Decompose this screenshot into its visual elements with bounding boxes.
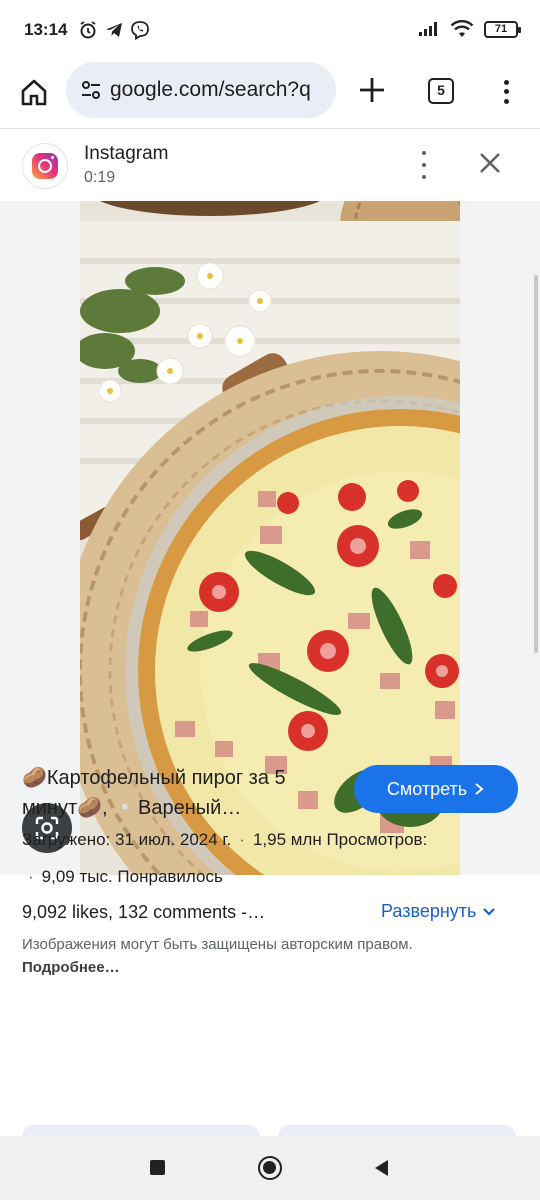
scrollbar[interactable] bbox=[534, 275, 538, 653]
like-count: 9,09 тыс. Понравилось bbox=[41, 867, 223, 886]
likes-comments-text: 9,092 likes, 132 comments -… bbox=[22, 902, 266, 922]
menu-dot bbox=[503, 89, 509, 95]
more-options-button[interactable] bbox=[414, 151, 434, 179]
browser-menu-button[interactable] bbox=[494, 74, 518, 110]
status-time: 13:14 bbox=[24, 20, 68, 39]
wifi-icon bbox=[450, 20, 474, 37]
result-preview-panel: Instagram 0:19 🥔Картофельный пирог за 5 … bbox=[0, 128, 540, 1149]
status-bar: 13:14 71 bbox=[0, 0, 540, 62]
expand-button[interactable]: Развернуть bbox=[381, 901, 496, 922]
source-logo bbox=[22, 143, 68, 189]
browser-toolbar: google.com/search?q 5 bbox=[0, 62, 540, 128]
chevron-down-icon bbox=[483, 907, 496, 916]
close-button[interactable] bbox=[476, 149, 504, 177]
watch-button-label: Смотреть bbox=[386, 778, 468, 799]
watch-button[interactable]: Смотреть bbox=[354, 765, 518, 813]
more-dot bbox=[422, 163, 426, 167]
upload-date: Загружено: 31 июл. 2024 г. bbox=[22, 830, 232, 849]
address-bar[interactable]: google.com/search?q bbox=[66, 62, 336, 118]
instagram-icon bbox=[32, 153, 58, 179]
status-system-icons: 71 bbox=[418, 20, 521, 38]
alarm-icon bbox=[80, 21, 96, 39]
copyright-text: Изображения могут быть защищены авторски… bbox=[22, 936, 413, 953]
site-settings-icon[interactable] bbox=[80, 79, 102, 101]
video-duration: 0:19 bbox=[84, 169, 116, 186]
separator-dot: · bbox=[239, 830, 245, 849]
copyright-notice: Изображения могут быть защищены авторски… bbox=[22, 933, 442, 979]
tab-switcher-button[interactable]: 5 bbox=[428, 78, 454, 104]
plus-icon bbox=[360, 78, 384, 102]
more-dot bbox=[422, 175, 426, 179]
home-button[interactable] bbox=[16, 74, 52, 110]
url-text[interactable]: google.com/search?q bbox=[110, 78, 311, 102]
battery-icon: 71 bbox=[484, 20, 521, 38]
home-nav-button[interactable] bbox=[258, 1156, 282, 1180]
home-icon bbox=[21, 79, 47, 106]
back-button[interactable] bbox=[372, 1158, 390, 1178]
telegram-icon bbox=[106, 23, 122, 37]
menu-dot bbox=[503, 98, 509, 104]
close-icon bbox=[480, 153, 500, 173]
source-name[interactable]: Instagram bbox=[84, 143, 168, 165]
view-count: 1,95 млн Просмотров: bbox=[252, 830, 428, 849]
status-notification-icons bbox=[78, 20, 150, 40]
more-dot bbox=[422, 151, 426, 155]
signal-icon bbox=[419, 22, 437, 36]
result-title[interactable]: 🥔Картофельный пирог за 5 минут🥔, ▫️Варен… bbox=[22, 763, 340, 823]
expand-label: Развернуть bbox=[381, 901, 477, 921]
menu-dot bbox=[503, 80, 509, 86]
system-navigation-bar bbox=[0, 1136, 540, 1200]
separator-dot: · bbox=[28, 867, 34, 886]
recents-button[interactable] bbox=[150, 1160, 165, 1175]
viber-icon bbox=[131, 21, 149, 40]
new-tab-button[interactable] bbox=[354, 72, 390, 108]
source-header: Instagram 0:19 bbox=[0, 129, 540, 201]
learn-more-link[interactable]: Подробнее… bbox=[22, 959, 120, 976]
upload-meta: Загружено: 31 июл. 2024 г. · 1,95 млн Прос… bbox=[22, 830, 427, 850]
chevron-right-icon bbox=[475, 783, 484, 795]
likes-meta: · 9,09 тыс. Понравилось bbox=[22, 867, 223, 887]
